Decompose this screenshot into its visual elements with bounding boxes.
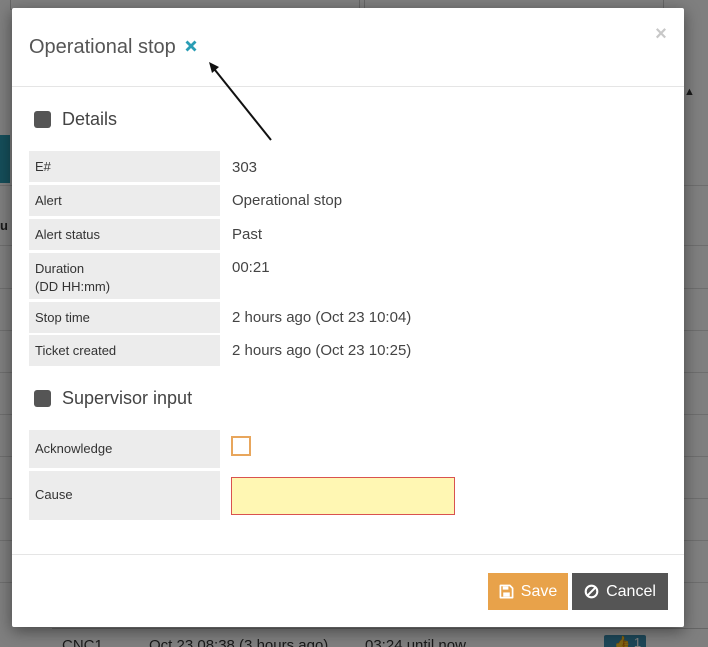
row-label-duration: Duration (DD HH:mm): [29, 253, 220, 299]
cancel-button[interactable]: Cancel: [572, 573, 668, 610]
row-label-ticket-created: Ticket created: [29, 335, 220, 366]
close-x-icon[interactable]: [183, 38, 199, 54]
duration-label: Duration: [35, 261, 85, 276]
ban-icon: [584, 584, 599, 599]
cancel-label: Cancel: [606, 582, 656, 600]
modal-title: Operational stop: [29, 36, 176, 58]
floppy-disk-icon: [499, 584, 514, 599]
row-value-duration: 00:21: [232, 259, 270, 276]
save-label: Save: [520, 582, 558, 600]
row-label-enumber: E#: [29, 151, 220, 182]
row-value-alert: Operational stop: [232, 192, 343, 209]
row-label-alert-status: Alert status: [29, 219, 220, 250]
details-heading: Details: [34, 109, 117, 130]
modal-header: Operational stop ×: [12, 8, 684, 87]
acknowledge-checkbox[interactable]: [231, 436, 251, 456]
row-value-enumber: 303: [232, 159, 258, 176]
duration-format-label: (DD HH:mm): [35, 279, 111, 294]
square-icon: [34, 111, 51, 128]
supervisor-input-heading: Supervisor input: [34, 388, 192, 409]
row-label-alert: Alert: [29, 185, 220, 216]
modal-close-button[interactable]: ×: [649, 22, 673, 46]
row-label-stop-time: Stop time: [29, 302, 220, 333]
square-icon: [34, 390, 51, 407]
row-value-alert-status: Past: [232, 226, 263, 243]
cause-input[interactable]: [231, 477, 455, 515]
row-label-acknowledge: Acknowledge: [29, 430, 220, 468]
row-label-cause: Cause: [29, 471, 220, 520]
details-heading-label: Details: [62, 109, 118, 129]
save-button[interactable]: Save: [488, 573, 568, 610]
row-value-ticket-created: 2 hours ago (Oct 23 10:25): [232, 342, 412, 359]
operational-stop-modal: Operational stop × Details E# 303 Alert …: [12, 8, 684, 627]
supervisor-heading-label: Supervisor input: [62, 388, 193, 408]
modal-footer: Save Cancel: [12, 554, 684, 627]
row-value-stop-time: 2 hours ago (Oct 23 10:04): [232, 309, 412, 326]
